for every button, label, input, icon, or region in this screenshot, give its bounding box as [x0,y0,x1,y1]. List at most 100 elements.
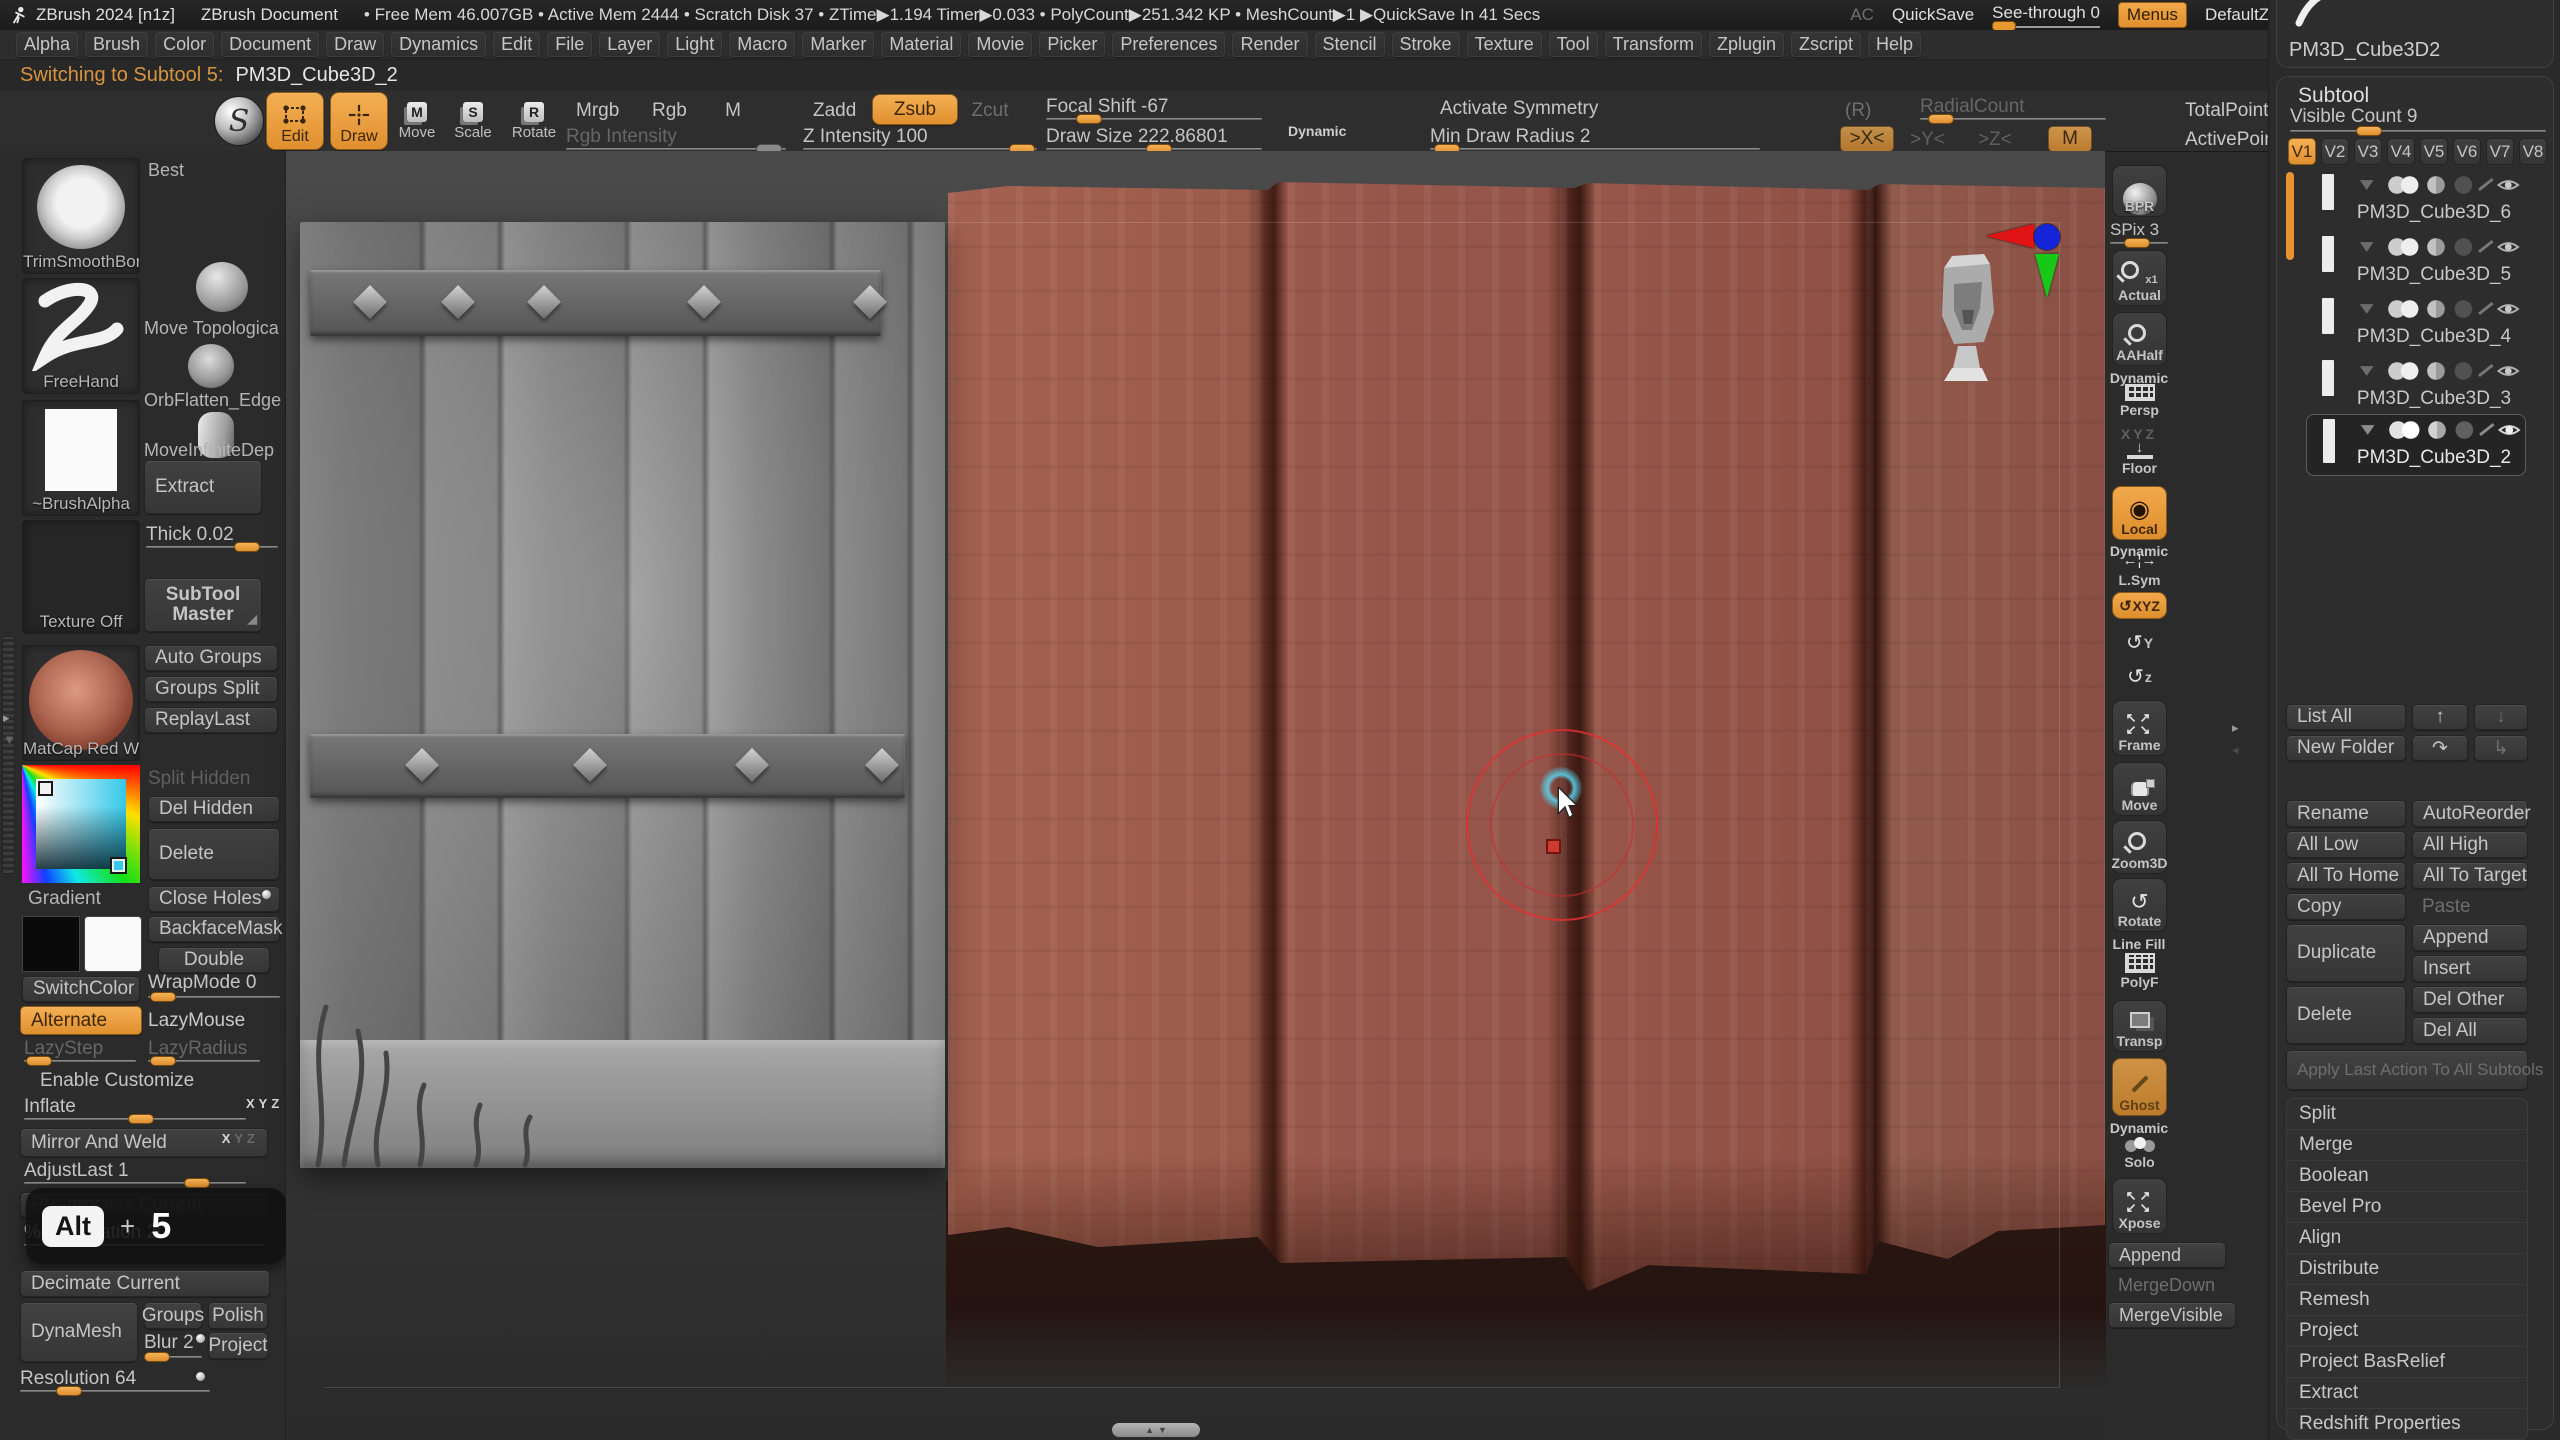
auto-groups-button[interactable]: Auto Groups [144,645,278,671]
draw-size-slider[interactable]: Draw Size 222.86801 [1046,126,1262,150]
menu-marker[interactable]: Marker [802,32,874,57]
vis-button-v7[interactable]: V7 [2486,138,2514,165]
brush-thumbnail-orbflatten[interactable] [188,344,234,388]
menus-button[interactable]: Menus [2118,2,2187,28]
main-color-swatch[interactable] [22,916,80,972]
adjust-last-knob[interactable] [184,1178,210,1188]
rename-button[interactable]: Rename [2286,800,2406,827]
solo-button[interactable]: Solo [2112,1130,2167,1172]
subtool-row[interactable]: PM3D_Cube3D_5 [2306,232,2526,292]
vis-button-v1[interactable]: V1 [2288,138,2316,165]
subtool-row[interactable]: PM3D_Cube3D_4 [2306,294,2526,354]
menu-document[interactable]: Document [221,32,319,57]
replay-last-button[interactable]: ReplayLast [144,707,278,733]
xyz-button[interactable]: ↺ XYZ [2112,592,2167,619]
auto-reorder-button[interactable]: AutoReorder [2412,800,2528,827]
switch-color-button[interactable]: SwitchColor [22,976,140,1002]
delete-button[interactable]: Delete [148,828,280,880]
del-all-button[interactable]: Del All [2412,1017,2528,1044]
material-thumbnail[interactable]: MatCap Red Wax [22,645,140,761]
rgb-intensity-slider[interactable]: Rgb Intensity [566,126,786,150]
zsub-button[interactable]: Zsub [872,94,958,125]
mirror-and-weld-button[interactable]: Mirror And Weld XYZ [20,1128,268,1157]
symmetry-y-button[interactable]: >Y< [1910,129,1945,151]
extract-button[interactable]: Extract [144,460,262,514]
action-bevel-pro[interactable]: Bevel Pro [2287,1192,2527,1223]
lazy-radius-knob[interactable] [150,1056,176,1066]
vis-button-v2[interactable]: V2 [2321,138,2349,165]
dynamesh-button[interactable]: DynaMesh [20,1302,138,1362]
floor-button[interactable]: ↓ Floor [2112,438,2167,478]
secondary-color-swatch[interactable] [84,916,142,972]
double-button[interactable]: Double [158,947,270,973]
copy-button[interactable]: Copy [2286,893,2406,920]
activate-symmetry-button[interactable]: Activate Symmetry [1430,96,1800,122]
wrap-mode-slider[interactable]: WrapMode 0 [148,972,280,998]
move-out-folder-button[interactable]: ↷ [2412,735,2468,761]
menu-zscript[interactable]: Zscript [1791,32,1861,57]
current-tool-panel[interactable]: PM3D_Cube3D2 [2276,0,2554,68]
lsym-button[interactable]: ←¦→ L.Sym [2112,556,2167,590]
action-extract[interactable]: Extract [2287,1378,2527,1409]
color-picker[interactable] [22,765,140,883]
subtool-panel-title[interactable]: Subtool [2298,84,2369,108]
move-button[interactable]: M Move [394,94,440,148]
enable-customize-button[interactable]: Enable Customize [30,1068,240,1094]
menu-dynamics[interactable]: Dynamics [391,32,486,57]
subtool-row-selected[interactable]: PM3D_Cube3D_2 [2306,414,2526,476]
tray-expand-down-icon[interactable]: ▼ [3,732,16,747]
axis-y[interactable]: Y [259,1096,272,1111]
append-button[interactable]: Append [2412,924,2528,951]
left-tray-scrollbar[interactable] [2,636,15,874]
apply-last-action-button[interactable]: Apply Last Action To All Subtools [2286,1050,2528,1090]
menu-macro[interactable]: Macro [729,32,795,57]
subtool-list-scrollbar[interactable] [2286,172,2294,260]
scroll-up-icon[interactable]: ▲ [1145,1425,1154,1435]
see-through-slider[interactable]: See-through 0 [1992,3,2100,28]
material-ball-icon[interactable]: S [214,96,264,146]
focal-shift-slider[interactable]: Focal Shift -67 [1046,96,1262,120]
menu-color[interactable]: Color [155,32,214,57]
brush-thumbnail-freehand[interactable]: FreeHand [22,278,140,394]
polyf-button[interactable]: PolyF [2112,950,2167,992]
merge-down-button[interactable]: MergeDown [2108,1272,2226,1298]
zoom3d-button[interactable]: Zoom3D [2112,820,2167,874]
adjust-last-slider[interactable]: AdjustLast 1 [24,1160,246,1184]
all-high-button[interactable]: All High [2412,831,2528,858]
menu-help[interactable]: Help [1868,32,1921,57]
mrgb-button[interactable]: Mrgb [566,98,630,124]
rgb-button[interactable]: Rgb [642,98,698,124]
edit-button[interactable]: Edit [266,92,324,150]
vis-button-v5[interactable]: V5 [2420,138,2448,165]
wrap-mode-knob[interactable] [150,992,176,1002]
alpha-thumbnail[interactable]: ~BrushAlpha [22,400,140,516]
all-low-button[interactable]: All Low [2286,831,2406,858]
inflate-axis-toggles[interactable]: XYZ [246,1096,283,1111]
see-through-knob[interactable] [1992,21,2016,31]
xpose-button[interactable]: ↖↗↙↘ Xpose [2112,1178,2167,1234]
inflate-slider[interactable]: Inflate [24,1096,246,1120]
scale-button[interactable]: S Scale [450,94,496,148]
close-holes-button[interactable]: Close Holes [148,886,280,912]
z-intensity-slider[interactable]: Z Intensity 100 [803,126,1037,150]
lazy-step-knob[interactable] [26,1056,52,1066]
lazy-radius-slider[interactable]: LazyRadius [148,1038,260,1062]
paste-button[interactable]: Paste [2412,893,2528,920]
menu-preferences[interactable]: Preferences [1112,32,1225,57]
duplicate-button[interactable]: Duplicate [2286,924,2406,982]
menu-material[interactable]: Material [881,32,961,57]
menu-alpha[interactable]: Alpha [16,32,78,57]
dynamesh-groups-button[interactable]: Groups [144,1302,202,1329]
del-other-button[interactable]: Del Other [2412,986,2528,1013]
rotate-y-button[interactable]: ↺ Y [2112,630,2167,658]
radial-count-slider[interactable]: RadialCount [1920,96,2106,120]
merge-visible-button[interactable]: MergeVisible [2108,1302,2236,1328]
menu-edit[interactable]: Edit [493,32,540,57]
inflate-knob[interactable] [128,1114,154,1124]
action-distribute[interactable]: Distribute [2287,1254,2527,1285]
lazy-step-slider[interactable]: LazyStep [24,1038,136,1062]
visible-count-slider[interactable]: Visible Count 9 [2290,106,2546,132]
color-picker-cursor-b[interactable] [110,857,127,874]
m-button[interactable]: M [714,98,752,124]
symmetry-x-button[interactable]: >X< [1840,126,1894,152]
